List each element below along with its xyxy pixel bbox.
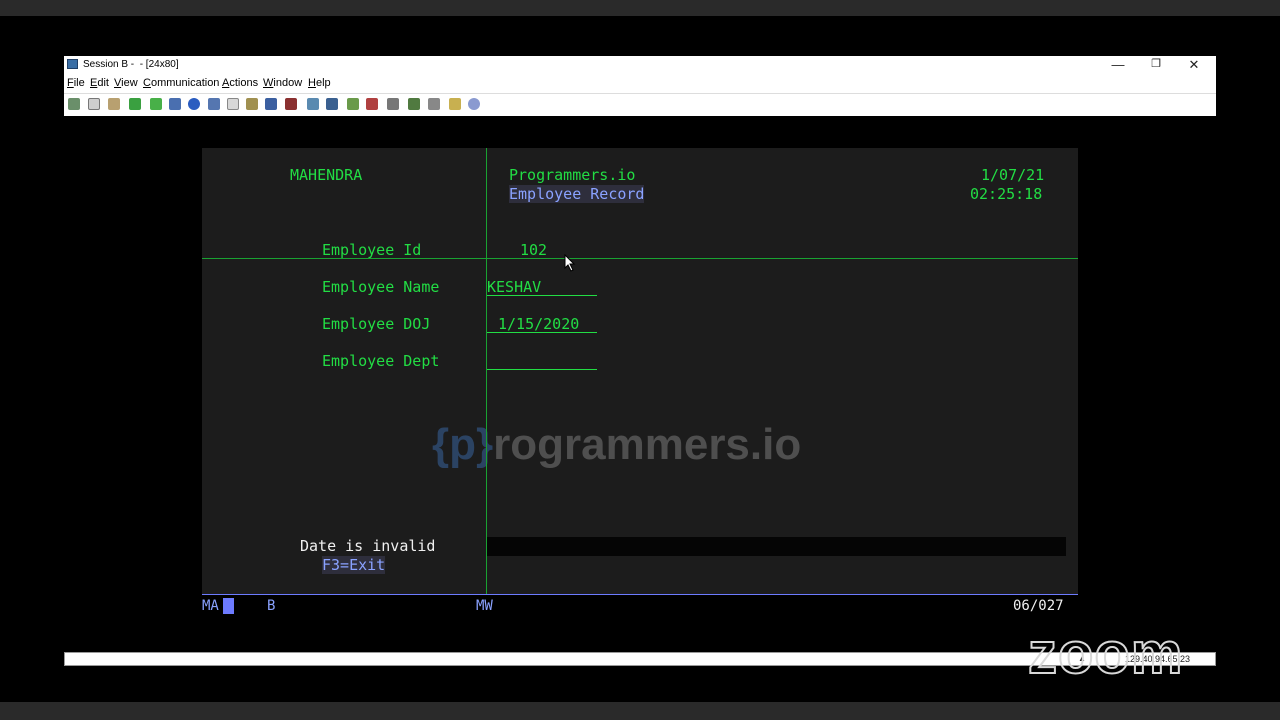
employee-id-field[interactable]: 102 [520,241,547,259]
menu-edit[interactable]: Edit [90,77,109,89]
emulator-window: Session B - - [24x80] — ❐ ✕ File Edit Vi… [64,56,1216,116]
bottom-letterbox [0,702,1280,720]
watermark-logo: {p}rogrammers.io [432,420,802,469]
help-icon[interactable] [468,98,480,110]
transfer-icon[interactable] [326,98,338,110]
system-date: 1/07/21 [981,166,1045,184]
company-title: Programmers.io [509,166,636,184]
terminal-screen[interactable]: MAHENDRA Programmers.io Employee Record … [202,148,1078,594]
copy-icon[interactable] [88,98,100,110]
employee-name-field[interactable]: KESHAV [487,278,541,296]
title-bar[interactable]: Session B - - [24x80] — ❐ ✕ [64,56,1216,75]
message-line-background [486,537,1066,556]
menu-view[interactable]: View [114,77,138,89]
employee-doj-underline [487,332,597,333]
tools-icon[interactable] [408,98,420,110]
function-key-f3[interactable]: F3=Exit [322,556,386,574]
macro-icon[interactable] [188,98,200,110]
employee-doj-field[interactable]: 1/15/2020 [498,315,579,333]
menu-help[interactable]: Help [308,77,331,89]
user-name: MAHENDRA [290,166,363,184]
send-file-icon[interactable] [129,98,141,110]
app-icon [67,59,78,69]
employee-name-label: Employee Name [322,278,440,296]
crosshair-horizontal [202,258,1078,259]
stop-icon[interactable] [246,98,258,110]
employee-dept-label: Employee Dept [322,352,440,370]
screen-subtitle: Employee Record [509,185,645,203]
print-screen-icon[interactable] [68,98,80,110]
save-icon[interactable] [449,98,461,110]
minimize-button[interactable]: — [1099,56,1137,75]
document-icon[interactable] [227,98,239,110]
spreadsheet-icon[interactable] [307,98,319,110]
mouse-pointer-icon [564,254,576,272]
employee-doj-label: Employee DOJ [322,315,431,333]
monitor-icon[interactable] [285,98,297,110]
customize-icon[interactable] [387,98,399,110]
oia-separator [202,594,1078,595]
error-message: Date is invalid [300,537,436,555]
toolbar [64,93,1216,116]
menu-file[interactable]: File [67,77,85,89]
menu-bar: File Edit View Communication Actions Win… [64,75,1216,92]
oia-keyboard-block [223,598,234,614]
employee-id-label: Employee Id [322,241,422,259]
window-title: Session B - - [24x80] [83,59,179,70]
play-macro-icon[interactable] [366,98,378,110]
oia-session: B [267,598,276,614]
paste-icon[interactable] [108,98,120,110]
menu-actions[interactable]: Actions [222,77,258,89]
display-icon[interactable] [169,98,181,110]
menu-communication[interactable]: Communication [143,77,219,89]
close-button[interactable]: ✕ [1175,56,1213,75]
top-letterbox [0,0,1280,16]
employee-name-underline [487,295,597,296]
menu-window[interactable]: Window [263,77,302,89]
save-icon[interactable] [265,98,277,110]
document-icon[interactable] [428,98,440,110]
oia-mode: MW [476,598,493,614]
oia-cursor-position: 06/027 [1013,598,1064,614]
keyboard-map-icon[interactable] [208,98,220,110]
record-macro-icon[interactable] [347,98,359,110]
zoom-logo: zoom [1027,620,1184,687]
system-time: 02:25:18 [970,185,1043,203]
receive-file-icon[interactable] [150,98,162,110]
employee-dept-underline [487,369,597,370]
oia-indicator: MA [202,598,219,614]
restore-button[interactable]: ❐ [1137,56,1175,75]
crosshair-vertical [486,148,487,594]
